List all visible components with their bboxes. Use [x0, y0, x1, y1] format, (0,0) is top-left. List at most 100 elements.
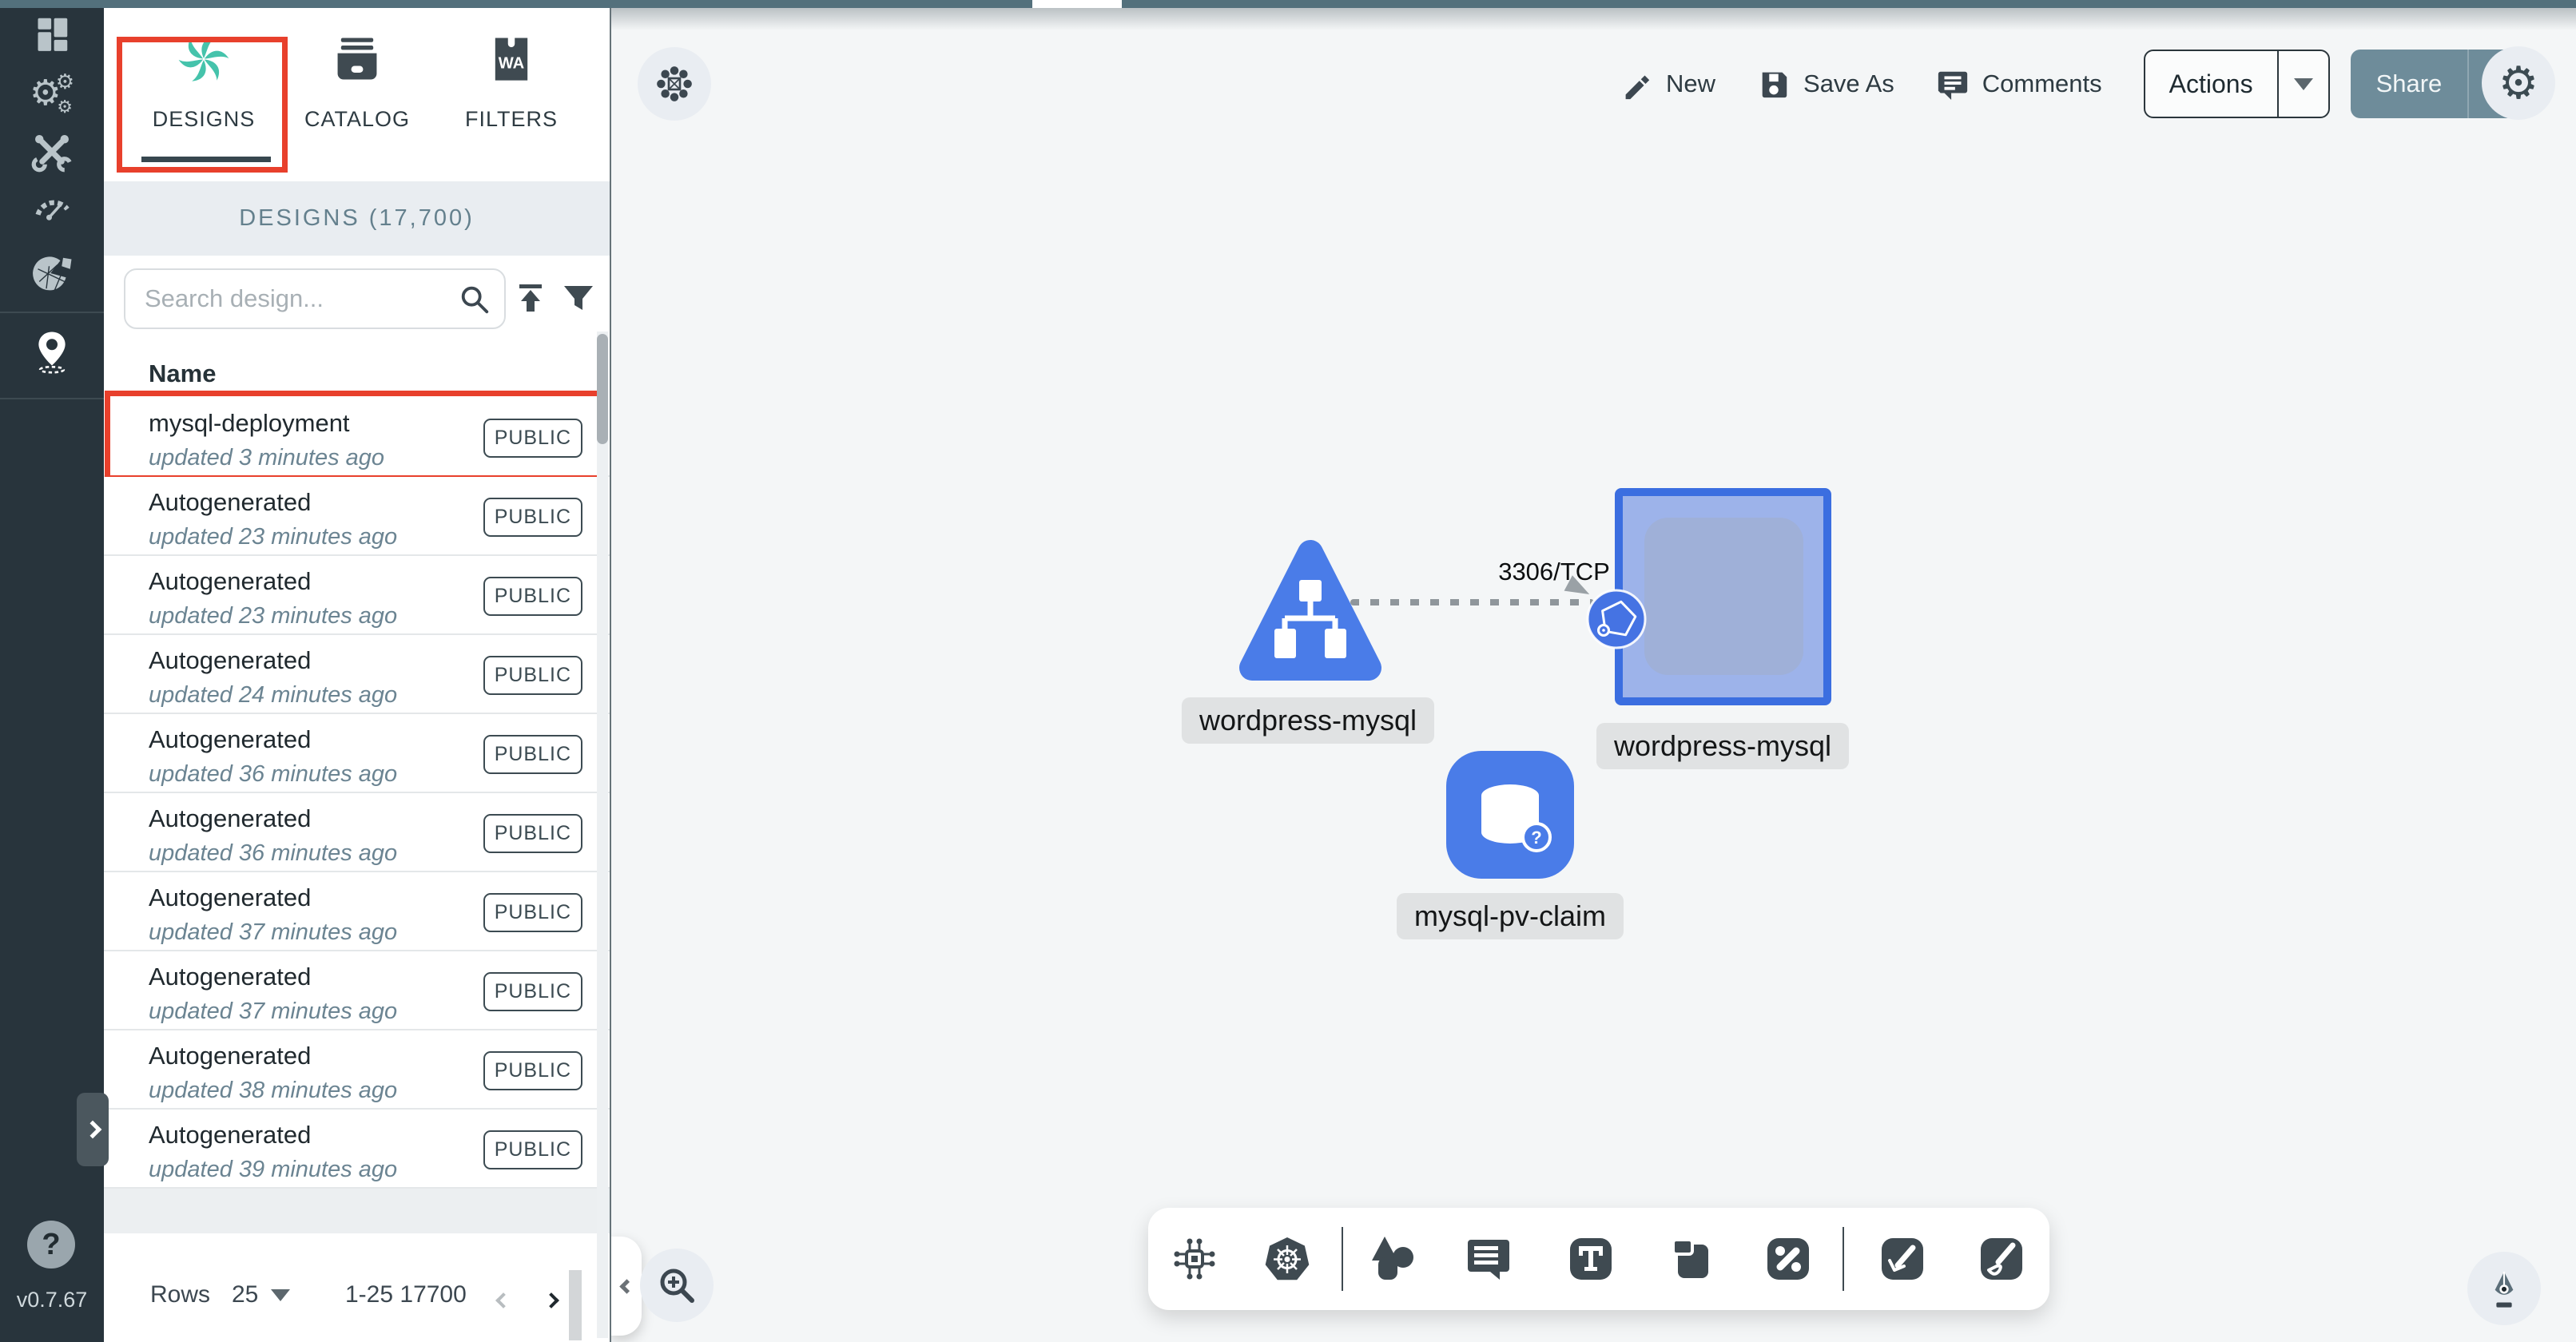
pod-badge[interactable] — [1586, 589, 1647, 649]
search-box — [124, 268, 506, 329]
sidebar-item-kanvas[interactable] — [30, 329, 74, 374]
design-canvas[interactable]: New Save As Comments Actions — [611, 8, 2576, 1342]
top-drawer-handle[interactable] — [1032, 0, 1122, 8]
node-label[interactable]: mysql-pv-claim — [1397, 893, 1624, 939]
design-mode-button[interactable] — [2467, 1252, 2541, 1325]
visibility-badge: PUBLIC — [483, 1130, 582, 1169]
rows-per-page-select[interactable]: 25 — [232, 1281, 290, 1308]
upload-design-button[interactable] — [508, 275, 553, 320]
design-list-item[interactable]: Autogenerated updated 37 minutes ago PUB… — [104, 872, 610, 951]
components-dots-icon — [652, 62, 697, 106]
sidebar-item-lifecycle[interactable]: ⚙⚙⚙ — [30, 73, 74, 117]
service-triangle-icon — [1238, 534, 1382, 685]
tab-filters[interactable]: WA FILTERS — [447, 32, 575, 132]
note-comment-icon — [1463, 1233, 1514, 1284]
funnel-icon — [561, 280, 596, 315]
visibility-badge: PUBLIC — [483, 498, 582, 537]
panel-collapse-button[interactable] — [611, 1237, 642, 1336]
design-list-item[interactable]: Autogenerated updated 23 minutes ago PUB… — [104, 477, 610, 556]
text-tool[interactable] — [1565, 1233, 1616, 1284]
freehand-draw-tool[interactable] — [1976, 1233, 2027, 1284]
tab-catalog[interactable]: CATALOG — [293, 32, 421, 132]
list-end-gap — [104, 1189, 610, 1233]
list-scrollbar-track[interactable] — [597, 332, 608, 1338]
node-pvc-mysql-pv-claim[interactable]: ? — [1446, 751, 1574, 879]
pagination-range: 1-25 17700 — [345, 1281, 467, 1308]
design-list-item[interactable]: Autogenerated updated 36 minutes ago PUB… — [104, 793, 610, 872]
search-icon[interactable] — [458, 283, 491, 316]
topbar-shadow — [611, 8, 2576, 30]
annotate-pen-tool[interactable] — [1877, 1233, 1928, 1284]
actions-dropdown-button[interactable] — [2279, 78, 2328, 90]
help-button[interactable]: ? — [27, 1221, 75, 1269]
wasm-filter-icon: WA — [484, 32, 539, 86]
dashboard-icon — [30, 11, 74, 56]
node-service-wordpress-mysql[interactable] — [1238, 534, 1382, 685]
design-list-item[interactable]: Autogenerated updated 39 minutes ago PUB… — [104, 1110, 610, 1189]
svg-text:WA: WA — [499, 55, 525, 73]
chevron-left-icon — [619, 1279, 634, 1293]
sidebar-expand-button[interactable] — [77, 1093, 109, 1166]
visibility-badge: PUBLIC — [483, 893, 582, 932]
rectangle-shapes-icon — [1667, 1233, 1718, 1284]
location-pin-icon — [30, 329, 74, 374]
sidebar-item-performance[interactable] — [30, 185, 74, 230]
chevron-left-icon — [495, 1292, 511, 1308]
filter-designs-button[interactable] — [556, 275, 601, 320]
design-list: mysql-deployment updated 3 minutes ago P… — [104, 398, 610, 1189]
design-list-item[interactable]: Autogenerated updated 37 minutes ago PUB… — [104, 951, 610, 1030]
service-edge[interactable] — [1350, 599, 1594, 605]
search-row — [104, 265, 610, 332]
list-scrollbar-thumb[interactable] — [597, 334, 608, 444]
sidebar-item-extensions[interactable] — [30, 251, 74, 296]
design-list-item[interactable]: Autogenerated updated 23 minutes ago PUB… — [104, 556, 610, 635]
visibility-badge: PUBLIC — [483, 735, 582, 774]
component-graph-tool[interactable] — [1169, 1233, 1220, 1284]
chevron-right-icon — [84, 1121, 102, 1139]
settings-button[interactable]: ⚙ — [2482, 46, 2555, 120]
visibility-badge: PUBLIC — [483, 577, 582, 616]
new-button[interactable]: New — [1620, 67, 1715, 101]
wrenches-icon — [30, 129, 74, 174]
page-scrollbar-thumb[interactable] — [569, 1270, 582, 1340]
caret-down-icon — [2294, 78, 2313, 90]
active-tab-indicator — [141, 157, 271, 162]
connect-tool[interactable] — [1763, 1233, 1814, 1284]
gauge-icon — [30, 185, 74, 230]
node-deployment-wordpress-mysql[interactable] — [1615, 488, 1831, 705]
visibility-badge: PUBLIC — [483, 972, 582, 1011]
design-list-item[interactable]: Autogenerated updated 38 minutes ago PUB… — [104, 1030, 610, 1110]
sidebar-rail: ⚙⚙⚙ — [0, 8, 104, 1342]
canvas-toolbar: New Save As Comments Actions — [1620, 50, 2573, 118]
dock-divider — [1342, 1227, 1343, 1291]
design-list-item[interactable]: Autogenerated updated 24 minutes ago PUB… — [104, 635, 610, 714]
pen-nib-icon — [2482, 1266, 2526, 1311]
freehand-draw-icon — [1976, 1233, 2027, 1284]
extensions-icon — [30, 251, 74, 296]
save-as-button[interactable]: Save As — [1757, 67, 1894, 101]
zoom-in-icon — [654, 1263, 699, 1308]
next-page-button[interactable] — [535, 1284, 567, 1316]
kubernetes-tool[interactable] — [1262, 1233, 1313, 1284]
design-list-item[interactable]: Autogenerated updated 36 minutes ago PUB… — [104, 714, 610, 793]
top-bar — [0, 0, 2576, 8]
zoom-in-button[interactable] — [640, 1249, 714, 1322]
database-icon: ? — [1446, 751, 1574, 879]
rectangle-tool[interactable] — [1667, 1233, 1718, 1284]
notes-tool[interactable] — [1463, 1233, 1514, 1284]
previous-page-button[interactable] — [487, 1284, 519, 1316]
comments-button[interactable]: Comments — [1936, 67, 2102, 101]
actions-button[interactable]: Actions — [2144, 50, 2330, 118]
tab-designs[interactable]: DESIGNS — [140, 32, 268, 132]
search-input[interactable] — [145, 272, 448, 326]
save-icon — [1757, 67, 1791, 101]
pencil-icon — [1620, 67, 1653, 101]
design-list-item[interactable]: mysql-deployment updated 3 minutes ago P… — [104, 398, 610, 477]
panel-tab-bar: DESIGNS CATALOG WA FILTERS — [104, 8, 610, 181]
node-label[interactable]: wordpress-mysql — [1596, 723, 1849, 769]
shapes-tool[interactable] — [1367, 1233, 1418, 1284]
components-menu-button[interactable] — [638, 47, 711, 121]
sidebar-item-dashboard[interactable] — [30, 11, 74, 56]
sidebar-item-configuration[interactable] — [30, 129, 74, 174]
node-label[interactable]: wordpress-mysql — [1182, 697, 1434, 744]
